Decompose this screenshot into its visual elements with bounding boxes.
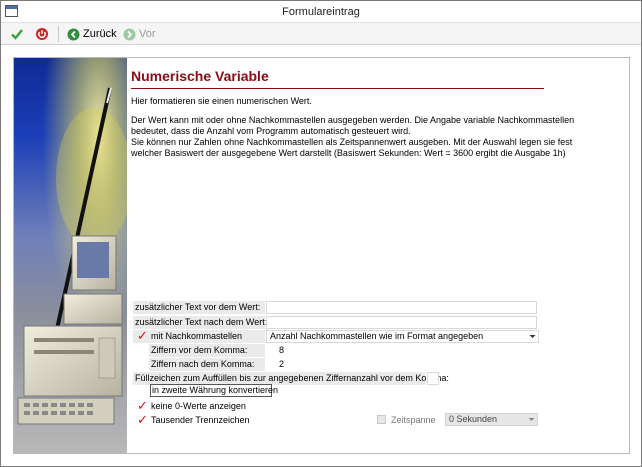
- toolbar-separator: [58, 26, 59, 42]
- timespan-label: Zeitspanne: [391, 415, 436, 425]
- forward-button[interactable]: Vor: [123, 26, 156, 42]
- page-heading: Numerische Variable: [131, 68, 269, 84]
- decimals-label: mit Nachkommastellen: [151, 331, 243, 341]
- digits-before-label: Ziffern vor dem Komma:: [151, 345, 248, 355]
- description-line: Sie können nur Zahlen ohne Nachkommastel…: [131, 137, 573, 147]
- convert-currency-button[interactable]: in zweite Währung konvertieren: [150, 384, 278, 397]
- fill-char-label: Füllzeichen zum Auffüllen bis zur angege…: [135, 373, 449, 383]
- thousand-sep-label: Tausender Trennzeichen: [151, 415, 250, 425]
- heading-divider: [131, 88, 544, 89]
- timespan-select[interactable]: 0 Sekunden: [445, 413, 538, 426]
- description-line: welcher Basiswert der ausgegebene Wert d…: [131, 148, 566, 158]
- text-after-label: zusätzlicher Text nach dem Wert:: [135, 317, 268, 327]
- checkmark-icon: [11, 29, 23, 40]
- description-line: bedeutet, dass die Anzahl vom Programm a…: [131, 126, 411, 136]
- forward-arrow-icon: [123, 28, 136, 40]
- window-title: Formulareintrag: [282, 6, 360, 18]
- digits-after-label: Ziffern nach dem Komma:: [151, 359, 255, 369]
- timespan-select-value: 0 Sekunden: [449, 414, 498, 424]
- timespan-checkbox[interactable]: [377, 415, 386, 424]
- thousand-sep-checkbox[interactable]: ✓: [137, 413, 148, 426]
- fill-char-input[interactable]: [427, 372, 439, 385]
- side-illustration: [14, 58, 127, 453]
- computer-illustration: [14, 58, 127, 453]
- form-panel: Numerische Variable Hier formatieren sie…: [13, 57, 630, 454]
- text-after-input[interactable]: [266, 316, 537, 329]
- power-icon: [36, 28, 48, 40]
- text-before-input[interactable]: [266, 301, 537, 314]
- decimals-checkbox[interactable]: ✓: [137, 329, 148, 342]
- chevron-down-icon: [528, 418, 535, 421]
- title-bar: Formulareintrag: [1, 1, 641, 23]
- back-button[interactable]: Zurück: [67, 26, 117, 42]
- digits-before-input[interactable]: 8: [266, 344, 284, 357]
- ok-button[interactable]: [10, 26, 24, 42]
- toolbar: Zurück Vor: [1, 23, 641, 45]
- decimals-select[interactable]: Anzahl Nachkommastellen wie im Format an…: [266, 330, 539, 343]
- dialog-window: Formulareintrag Zurück Vor Numerische Va…: [0, 0, 642, 467]
- back-arrow-icon: [67, 28, 80, 40]
- text-before-label: zusätzlicher Text vor dem Wert:: [135, 302, 261, 312]
- chevron-down-icon: [529, 335, 536, 338]
- description-line: Der Wert kann mit oder ohne Nachkommaste…: [131, 115, 575, 125]
- no-zero-label: keine 0-Werte anzeigen: [151, 401, 246, 411]
- intro-text: Hier formatieren sie einen numerischen W…: [131, 96, 312, 106]
- back-label: Zurück: [83, 28, 117, 40]
- no-zero-checkbox[interactable]: ✓: [137, 399, 148, 412]
- decimals-select-value: Anzahl Nachkommastellen wie im Format an…: [270, 331, 484, 341]
- digits-after-input[interactable]: 2: [266, 358, 284, 371]
- cancel-button[interactable]: [35, 26, 49, 42]
- forward-label: Vor: [139, 28, 156, 40]
